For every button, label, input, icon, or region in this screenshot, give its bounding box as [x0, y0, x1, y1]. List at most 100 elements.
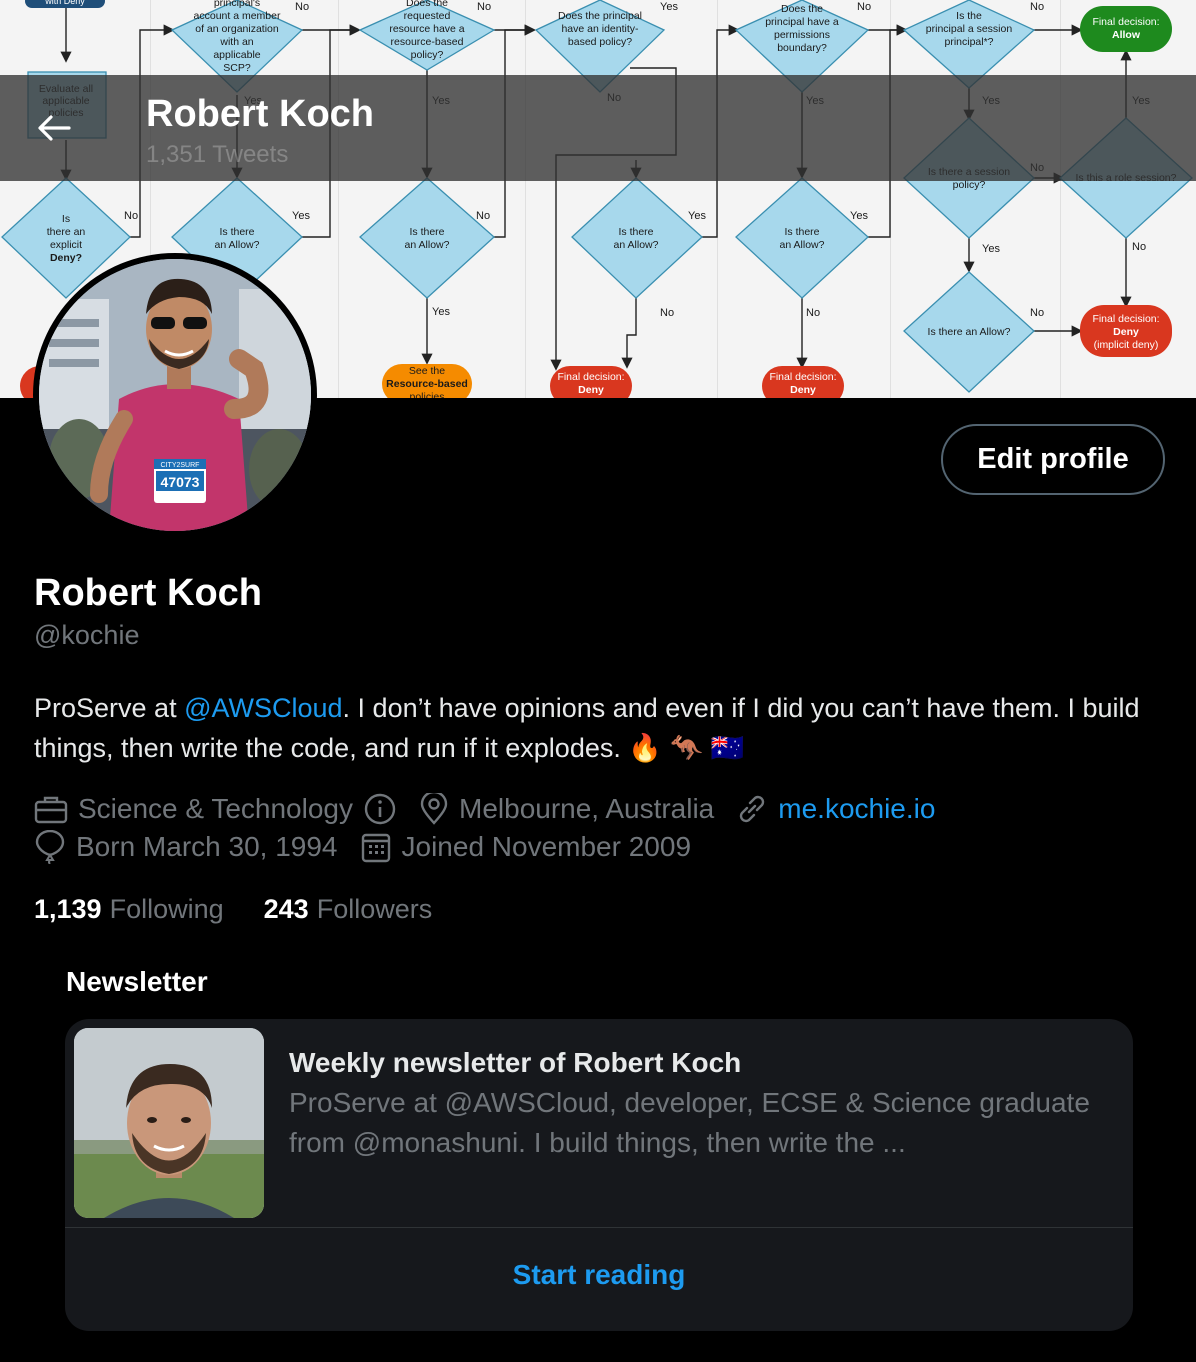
- avatar-photo: CITY2SURF 47073: [39, 259, 311, 531]
- svg-text:Yes: Yes: [432, 306, 450, 318]
- svg-text:See the: See the: [409, 365, 445, 377]
- newsletter-headline: Weekly newsletter of Robert Koch: [289, 1047, 742, 1078]
- bio-mention-link[interactable]: @AWSCloud: [184, 693, 342, 723]
- profile-category: Science & Technology: [34, 792, 397, 826]
- svg-text:No: No: [124, 210, 138, 222]
- svg-text:boundary?: boundary?: [777, 42, 827, 54]
- profile-location: Melbourne, Australia: [419, 793, 714, 825]
- svg-text:requested: requested: [404, 10, 451, 22]
- avatar[interactable]: CITY2SURF 47073: [33, 253, 317, 537]
- svg-text:Does the: Does the: [406, 0, 448, 9]
- following-count[interactable]: 1,139: [34, 894, 102, 925]
- svg-text:an Allow?: an Allow?: [405, 239, 450, 251]
- followers-count[interactable]: 243: [264, 894, 309, 925]
- start-reading-button[interactable]: Start reading: [65, 1259, 1133, 1291]
- profile-header-bar: Robert Koch 1,351 Tweets: [0, 75, 1196, 181]
- newsletter-description: ProServe at @AWSCloud, developer, ECSE &…: [289, 1087, 1090, 1158]
- svg-text:Does the principal: Does the principal: [558, 10, 642, 22]
- svg-text:No: No: [1030, 1, 1044, 13]
- svg-text:No: No: [1030, 307, 1044, 319]
- svg-text:of an organization: of an organization: [195, 23, 279, 35]
- balloon-icon: [35, 830, 65, 864]
- profile-birthday: Born March 30, 1994: [34, 830, 338, 864]
- bio-text: ProServe at: [34, 693, 185, 723]
- svg-text:Yes: Yes: [660, 1, 678, 13]
- svg-text:Is there: Is there: [219, 226, 254, 238]
- profile-meta-row-2: Born March 30, 1994 Joined November 2009: [34, 830, 713, 864]
- newsletter-section-title: Newsletter: [66, 966, 208, 997]
- svg-text:with Deny: with Deny: [44, 0, 85, 6]
- svg-text:Final decision:: Final decision:: [769, 371, 836, 383]
- svg-text:principal have a: principal have a: [765, 16, 839, 28]
- bib-number: 47073: [161, 474, 200, 490]
- svg-text:No: No: [476, 210, 490, 222]
- svg-text:permissions: permissions: [774, 29, 830, 41]
- info-icon[interactable]: [363, 792, 397, 826]
- svg-text:principal's: principal's: [214, 0, 260, 9]
- svg-text:an Allow?: an Allow?: [780, 239, 825, 251]
- svg-text:based policy?: based policy?: [568, 36, 632, 48]
- newsletter-card[interactable]: Weekly newsletter of Robert Koch ProServ…: [65, 1019, 1133, 1331]
- svg-text:with an: with an: [219, 36, 253, 48]
- svg-text:No: No: [857, 1, 871, 13]
- svg-text:No: No: [806, 307, 820, 319]
- svg-text:Yes: Yes: [982, 243, 1000, 255]
- svg-text:Is there: Is there: [784, 226, 819, 238]
- svg-text:Is the: Is the: [956, 10, 982, 22]
- birthday-label: Born March 30, 1994: [76, 831, 338, 862]
- back-button[interactable]: [24, 105, 84, 151]
- svg-text:No: No: [295, 1, 309, 13]
- svg-text:(implicit deny): (implicit deny): [1094, 339, 1159, 351]
- svg-text:Deny?: Deny?: [50, 252, 82, 264]
- svg-text:an Allow?: an Allow?: [215, 239, 260, 251]
- svg-text:Is there an Allow?: Is there an Allow?: [928, 326, 1011, 338]
- svg-text:Does the: Does the: [781, 3, 823, 15]
- profile-website[interactable]: me.kochie.io: [736, 793, 935, 825]
- profile-handle: @kochie: [34, 620, 140, 650]
- svg-text:Deny: Deny: [1113, 326, 1139, 338]
- svg-text:Is there: Is there: [618, 226, 653, 238]
- svg-text:applicable: applicable: [213, 49, 260, 61]
- location-label: Melbourne, Australia: [459, 793, 715, 824]
- newsletter-divider: [65, 1227, 1133, 1228]
- briefcase-icon: [34, 796, 68, 824]
- svg-text:No: No: [477, 1, 491, 13]
- arrow-left-icon: [38, 115, 71, 141]
- profile-meta-row: Science & Technology Melbourne, Australi…: [34, 792, 957, 826]
- svg-text:SCP?: SCP?: [223, 62, 251, 74]
- svg-text:Final decision:: Final decision:: [1092, 16, 1159, 28]
- bib-brand: CITY2SURF: [161, 462, 200, 469]
- newsletter-author-photo: [74, 1028, 264, 1218]
- profile-name: Robert Koch: [34, 572, 262, 614]
- svg-text:Is: Is: [62, 213, 70, 225]
- profile-bio: ProServe at @AWSCloud. I don’t have opin…: [34, 688, 1174, 768]
- svg-text:an Allow?: an Allow?: [614, 239, 659, 251]
- svg-text:Allow: Allow: [1112, 29, 1141, 41]
- svg-text:Deny: Deny: [578, 384, 604, 396]
- edit-profile-button[interactable]: Edit profile: [941, 424, 1165, 495]
- svg-text:there an: there an: [47, 226, 86, 238]
- svg-text:explicit: explicit: [50, 239, 82, 251]
- link-icon: [740, 795, 765, 823]
- followers-link[interactable]: Followers: [317, 894, 433, 925]
- svg-text:No: No: [660, 307, 674, 319]
- svg-text:account a member: account a member: [194, 10, 281, 22]
- svg-text:Resource-based: Resource-based: [386, 378, 468, 390]
- header-tweet-count: 1,351 Tweets: [146, 141, 289, 168]
- header-name: Robert Koch: [146, 93, 374, 135]
- joined-label: Joined November 2009: [401, 831, 692, 862]
- following-link[interactable]: Following: [110, 894, 224, 925]
- category-label: Science & Technology: [78, 793, 353, 824]
- svg-text:Is there: Is there: [409, 226, 444, 238]
- svg-text:resource have a: resource have a: [389, 23, 464, 35]
- website-link[interactable]: me.kochie.io: [778, 793, 935, 825]
- svg-text:policy?: policy?: [411, 49, 444, 61]
- svg-text:Yes: Yes: [850, 210, 868, 222]
- svg-text:Deny: Deny: [790, 384, 816, 396]
- svg-text:principal*?: principal*?: [944, 36, 993, 48]
- svg-text:resource-based: resource-based: [391, 36, 464, 48]
- svg-text:Final decision:: Final decision:: [1092, 313, 1159, 325]
- svg-text:Final decision:: Final decision:: [557, 371, 624, 383]
- svg-text:principal a session: principal a session: [926, 23, 1013, 35]
- follow-stats: 1,139 Following 243 Followers: [34, 894, 472, 925]
